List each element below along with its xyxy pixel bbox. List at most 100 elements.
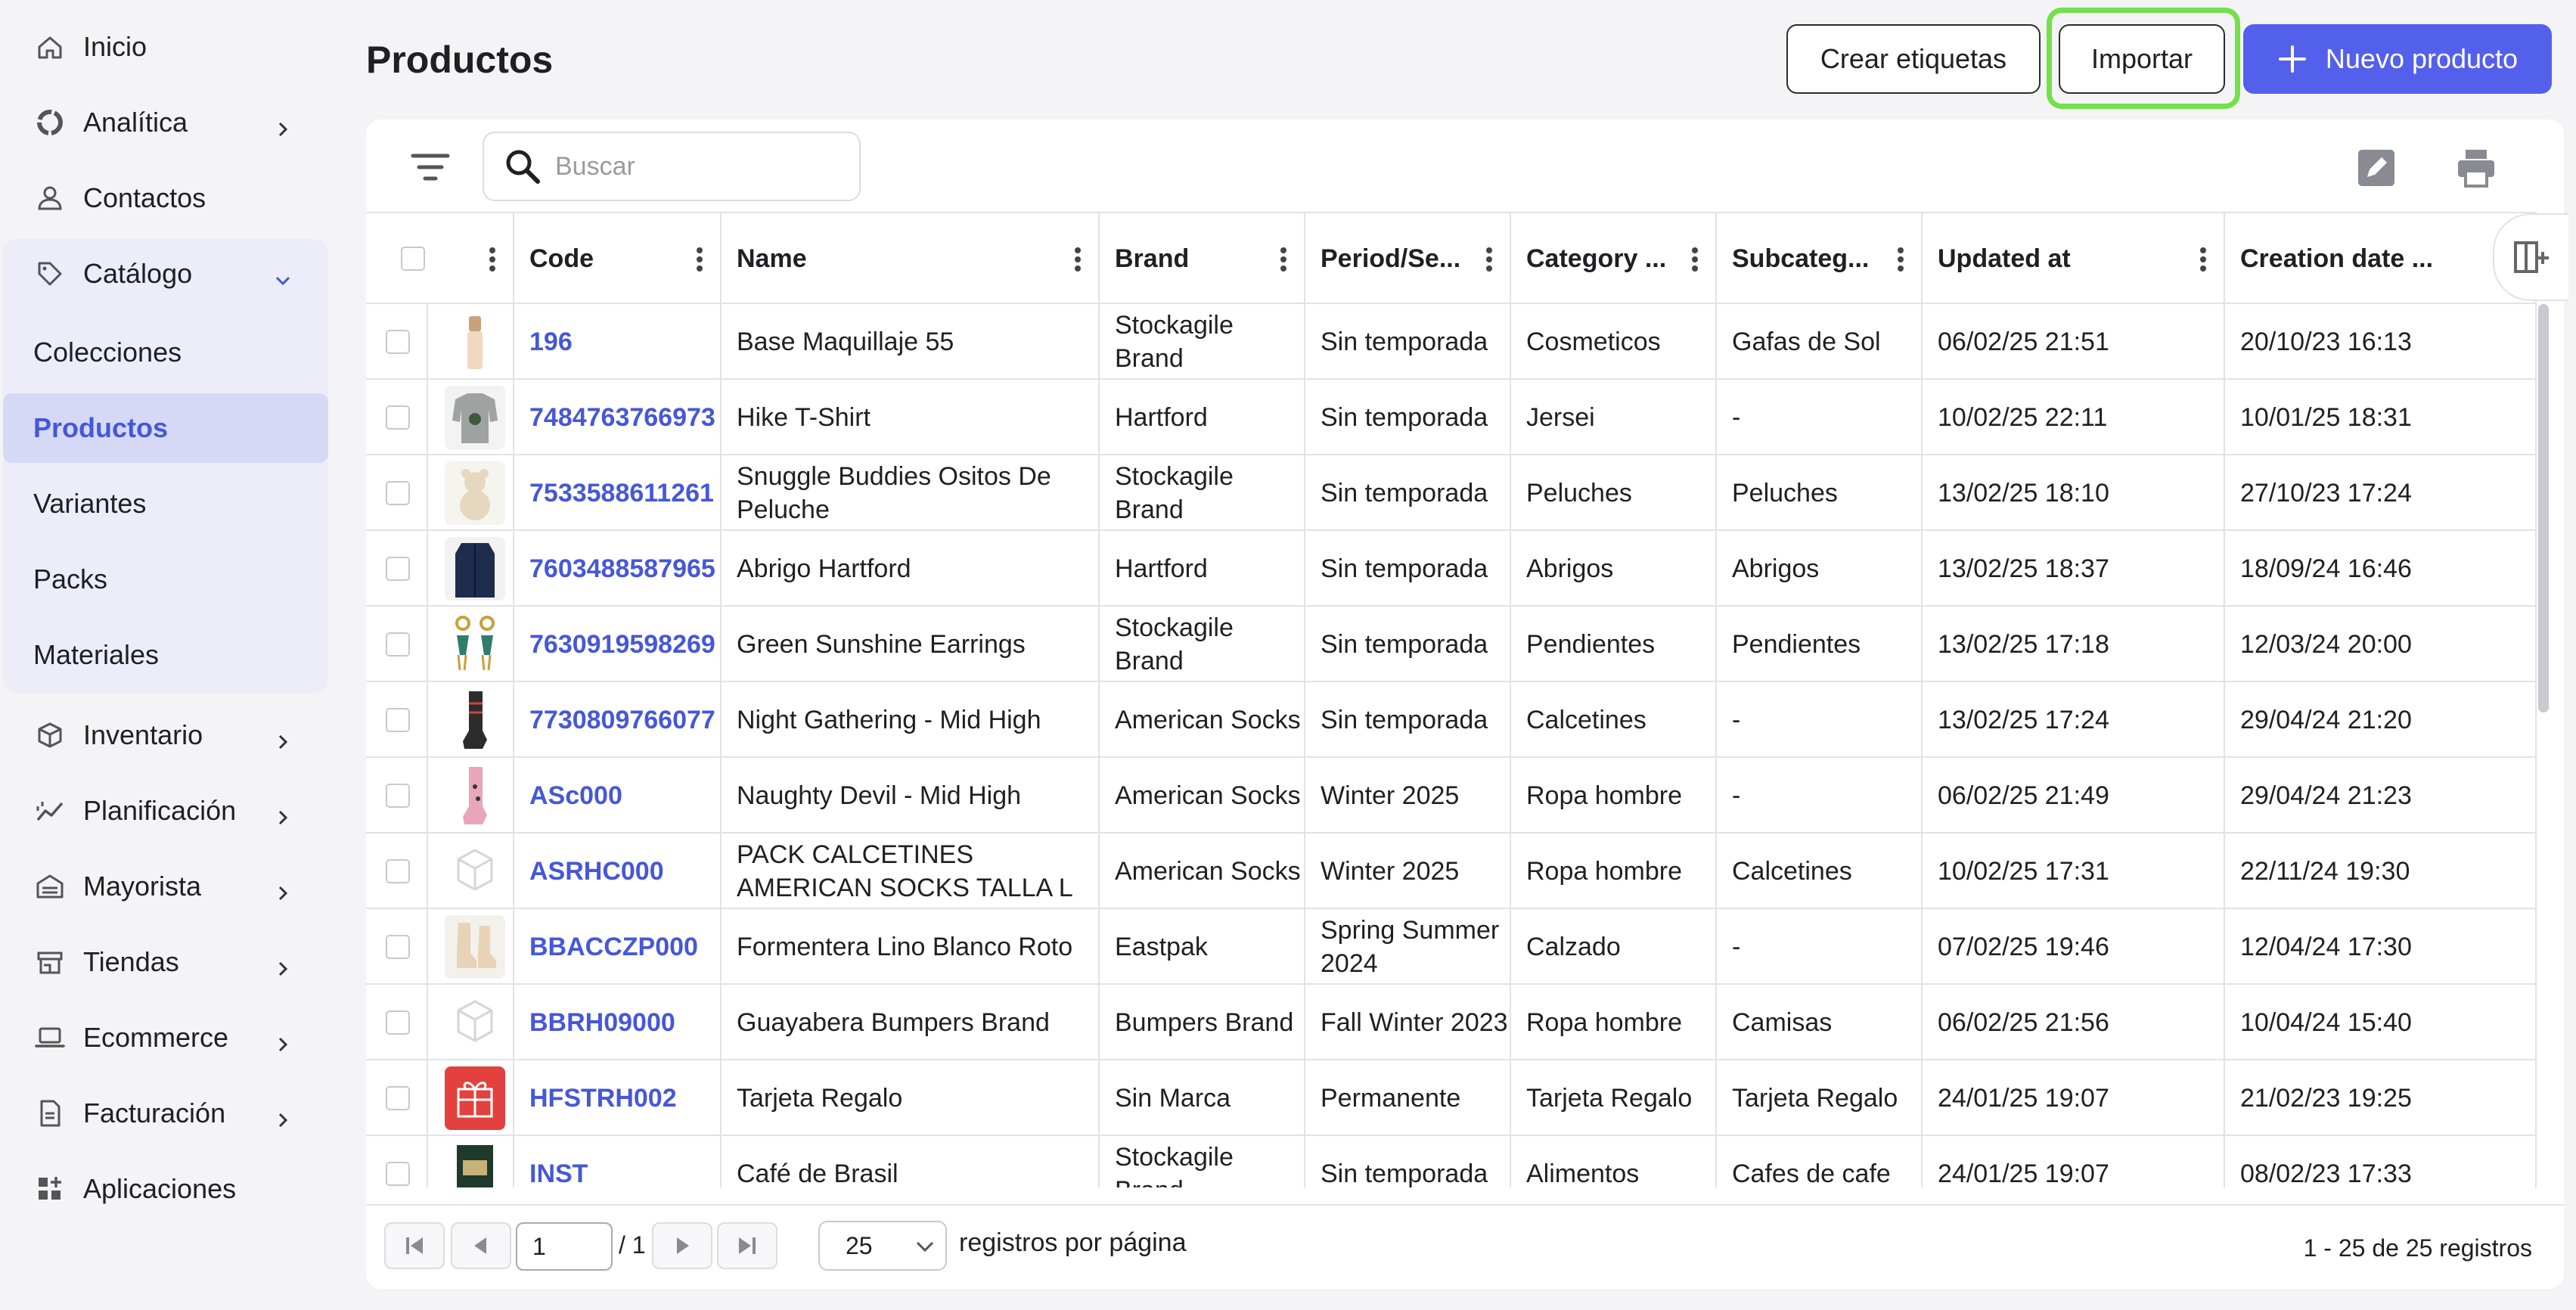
cell-code[interactable]: 196: [514, 304, 722, 380]
sidebar-item-tiendas[interactable]: Tiendas: [0, 924, 354, 1000]
column-header[interactable]: Period/Se...: [1305, 213, 1511, 304]
column-settings-button[interactable]: [2493, 213, 2568, 301]
row-checkbox[interactable]: [386, 1010, 410, 1035]
row-checkbox[interactable]: [386, 1162, 410, 1186]
row-checkbox[interactable]: [386, 708, 410, 732]
product-thumbnail[interactable]: [445, 386, 505, 449]
column-menu-icon[interactable]: [1691, 247, 1699, 272]
product-thumbnail[interactable]: [445, 764, 505, 827]
column-menu-icon[interactable]: [489, 247, 496, 272]
cell-code[interactable]: BBACCZP000: [514, 909, 722, 985]
import-button[interactable]: Importar: [2059, 24, 2225, 94]
product-thumbnail[interactable]: [445, 915, 505, 979]
table-row[interactable]: 7533588611261 Snuggle Buddies Ositos De P…: [366, 455, 2537, 531]
search-input[interactable]: [555, 151, 843, 182]
create-labels-button[interactable]: Crear etiquetas: [1786, 24, 2041, 94]
row-checkbox[interactable]: [386, 935, 410, 959]
table-row[interactable]: BBRH09000 Guayabera Bumpers Brand Bumpers …: [366, 985, 2537, 1060]
cell-code[interactable]: ASc000: [514, 758, 722, 833]
row-checkbox[interactable]: [386, 481, 410, 505]
cell-code[interactable]: 7730809766077: [514, 682, 722, 758]
row-checkbox[interactable]: [386, 632, 410, 657]
table-row[interactable]: BBACCZP000 Formentera Lino Blanco Roto Eas…: [366, 909, 2537, 985]
row-checkbox[interactable]: [386, 859, 410, 883]
sidebar-item-mayorista[interactable]: Mayorista: [0, 849, 354, 924]
catalog-sub-materiales[interactable]: Materiales: [3, 620, 328, 690]
column-menu-icon[interactable]: [1485, 247, 1493, 272]
product-thumbnail[interactable]: [445, 613, 505, 676]
table-row[interactable]: 7603488587965 Abrigo Hartford Hartford Sin …: [366, 531, 2537, 607]
product-thumbnail[interactable]: [445, 461, 505, 525]
cell-code[interactable]: BBRH09000: [514, 985, 722, 1060]
sidebar-item-ecommerce[interactable]: Ecommerce: [0, 1000, 354, 1076]
next-page-button[interactable]: [652, 1222, 712, 1269]
column-header[interactable]: Creation date ...: [2225, 213, 2537, 304]
sidebar-item-inventario[interactable]: Inventario: [0, 697, 354, 773]
cell-subcategory-text: -: [1732, 781, 1741, 810]
cell-code[interactable]: ASRHC000: [514, 833, 722, 909]
per-page-select[interactable]: 25: [818, 1221, 947, 1271]
select-all-checkbox[interactable]: [401, 247, 425, 271]
product-thumbnail[interactable]: [445, 1066, 505, 1130]
filter-icon[interactable]: [410, 147, 451, 188]
print-icon[interactable]: [2455, 147, 2497, 189]
chevron-right-icon: [274, 1104, 292, 1128]
column-header[interactable]: Updated at: [1923, 213, 2225, 304]
cell-code[interactable]: INST: [514, 1136, 722, 1187]
table-row[interactable]: 196 Base Maquillaje 55 Stockagile Brand Sin…: [366, 304, 2537, 380]
new-product-button[interactable]: Nuevo producto: [2243, 24, 2552, 94]
catalog-sub-productos[interactable]: Productos: [3, 393, 328, 463]
table-row[interactable]: 7484763766973 Hike T-Shirt Hartford Sin tem…: [366, 380, 2537, 455]
product-thumbnail[interactable]: [445, 688, 505, 752]
sidebar-item-inicio[interactable]: Inicio: [0, 9, 354, 85]
first-page-button[interactable]: [384, 1222, 445, 1269]
row-select-cell: [366, 380, 428, 455]
catalog-sub-variantes[interactable]: Variantes: [3, 469, 328, 539]
row-checkbox[interactable]: [386, 784, 410, 808]
edit-icon[interactable]: [2355, 147, 2398, 189]
column-header[interactable]: Code: [514, 213, 722, 304]
column-menu-icon[interactable]: [1897, 247, 1904, 272]
cell-code[interactable]: 7630919598269: [514, 607, 722, 682]
sidebar-item-aplicaciones[interactable]: Aplicaciones: [0, 1151, 354, 1227]
product-thumbnail[interactable]: [445, 310, 505, 374]
page-number-input[interactable]: [516, 1222, 613, 1271]
column-menu-icon[interactable]: [1074, 247, 1082, 272]
column-menu-icon[interactable]: [1280, 247, 1287, 272]
sidebar-item-planificacion[interactable]: Planificación: [0, 773, 354, 849]
catalog-sub-packs[interactable]: Packs: [3, 545, 328, 614]
table-row[interactable]: ASc000 Naughty Devil - Mid High American S…: [366, 758, 2537, 833]
vertical-scrollbar[interactable]: [2538, 304, 2549, 712]
cell-code[interactable]: 7484763766973: [514, 380, 722, 455]
column-menu-icon[interactable]: [696, 247, 703, 272]
row-checkbox[interactable]: [386, 405, 410, 430]
product-thumbnail[interactable]: [445, 840, 505, 903]
table-row[interactable]: 7630919598269 Green Sunshine Earrings Stoc…: [366, 607, 2537, 682]
product-thumbnail[interactable]: [445, 537, 505, 601]
column-header[interactable]: Subcateg...: [1717, 213, 1923, 304]
row-checkbox[interactable]: [386, 330, 410, 354]
prev-page-button[interactable]: [451, 1222, 511, 1269]
catalog-sub-colecciones[interactable]: Colecciones: [3, 318, 328, 387]
row-checkbox[interactable]: [386, 1086, 410, 1110]
column-header[interactable]: Name: [722, 213, 1100, 304]
table-row[interactable]: 7730809766077 Night Gathering - Mid High A…: [366, 682, 2537, 758]
cell-code[interactable]: 7603488587965: [514, 531, 722, 607]
product-thumbnail[interactable]: [445, 991, 505, 1054]
row-checkbox[interactable]: [386, 557, 410, 581]
cell-code[interactable]: 7533588611261: [514, 455, 722, 531]
table-row[interactable]: INST Café de Brasil Stockagile Brand Sin te…: [366, 1136, 2537, 1187]
sidebar-item-catalogo[interactable]: Catálogo: [0, 236, 354, 312]
sidebar-item-facturacion[interactable]: Facturación: [0, 1076, 354, 1151]
column-header[interactable]: Brand: [1100, 213, 1305, 304]
table-row[interactable]: ASRHC000 PACK CALCETINES AMERICAN SOCKS T…: [366, 833, 2537, 909]
search-box[interactable]: [483, 132, 861, 201]
table-row[interactable]: HFSTRH002 Tarjeta Regalo Sin Marca Permanen…: [366, 1060, 2537, 1136]
sidebar-item-contactos[interactable]: Contactos: [0, 160, 354, 236]
column-header[interactable]: Category ...: [1511, 213, 1717, 304]
last-page-button[interactable]: [717, 1222, 777, 1269]
column-menu-icon[interactable]: [2199, 247, 2207, 272]
cell-code[interactable]: HFSTRH002: [514, 1060, 722, 1136]
sidebar-item-analitica[interactable]: Analítica: [0, 85, 354, 160]
product-thumbnail[interactable]: [445, 1142, 505, 1187]
